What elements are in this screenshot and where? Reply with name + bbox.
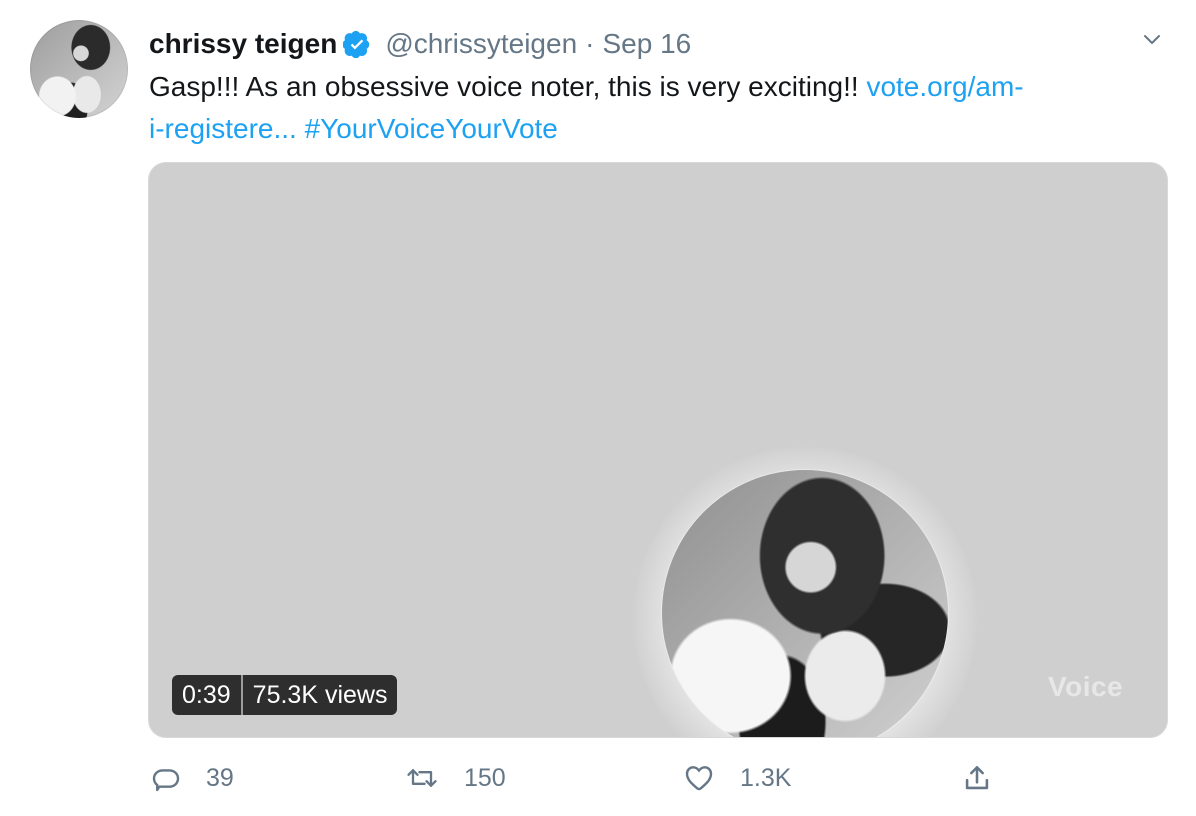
video-meta-badge: 0:39 75.3K views xyxy=(172,675,398,715)
tweet-link-continuation[interactable]: i-registere... xyxy=(149,113,297,144)
tweet-text-body: Gasp!!! As an obsessive voice noter, thi… xyxy=(149,71,867,102)
tweet-text: Gasp!!! As an obsessive voice noter, thi… xyxy=(149,66,1099,150)
tweet-link[interactable]: vote.org/am- xyxy=(866,71,1023,102)
video-duration: 0:39 xyxy=(182,681,231,709)
verified-badge-icon xyxy=(343,30,371,58)
author-name[interactable]: chrissy teigen xyxy=(149,28,337,60)
author-avatar[interactable] xyxy=(30,20,128,118)
video-portrait xyxy=(662,470,948,737)
video-views: 75.3K views xyxy=(252,681,388,709)
retweet-icon xyxy=(404,762,440,794)
video-media[interactable] xyxy=(148,162,1168,738)
tweet-actions: 39 150 1.3K xyxy=(150,758,1010,798)
heart-icon xyxy=(682,762,716,794)
retweet-count: 150 xyxy=(464,763,506,792)
author-handle[interactable]: @chrissyteigen xyxy=(385,28,577,60)
like-button[interactable]: 1.3K xyxy=(682,758,791,798)
share-icon xyxy=(960,761,994,795)
chevron-down-icon[interactable] xyxy=(1138,26,1166,54)
separator-dot: · xyxy=(585,28,595,59)
tweet-hashtag[interactable]: #YourVoiceYourVote xyxy=(305,113,558,144)
voice-watermark: Voice xyxy=(1048,671,1124,702)
tweet-header: chrissy teigen @chrissyteigen · Sep 16 xyxy=(149,24,691,64)
reply-count: 39 xyxy=(206,763,234,792)
retweet-button[interactable]: 150 xyxy=(404,758,506,798)
share-button[interactable] xyxy=(960,758,994,798)
reply-button[interactable]: 39 xyxy=(150,758,234,798)
tweet-date[interactable]: Sep 16 xyxy=(602,28,691,60)
video-meta-divider xyxy=(240,675,243,715)
reply-icon xyxy=(150,762,182,794)
like-count: 1.3K xyxy=(740,763,792,792)
